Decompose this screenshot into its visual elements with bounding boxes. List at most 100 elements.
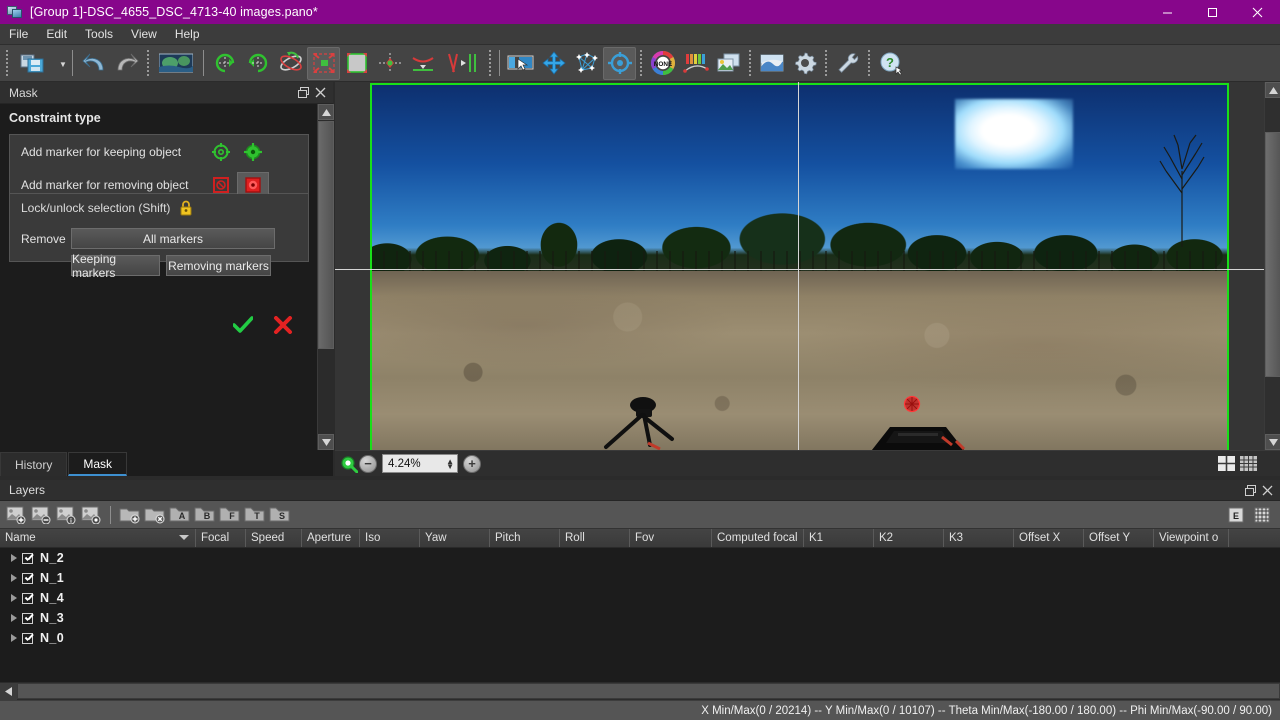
orbit-rotate-icon[interactable] — [274, 47, 307, 80]
row-expander-icon[interactable] — [6, 634, 22, 642]
set-center-icon[interactable] — [603, 46, 636, 80]
remove-image-icon[interactable] — [29, 504, 53, 526]
render-panorama-icon[interactable] — [755, 47, 788, 80]
pan-move-icon[interactable] — [537, 47, 570, 80]
group-s-icon[interactable]: S — [268, 504, 292, 526]
layers-horizontal-scrollbar[interactable] — [0, 682, 1280, 700]
remove-keeping-markers-button[interactable]: Keeping markers — [71, 252, 160, 280]
tools-wrench-icon[interactable] — [831, 47, 864, 80]
control-points-icon[interactable] — [373, 47, 406, 80]
help-question-icon[interactable]: ? — [874, 47, 907, 80]
red-cross-icon[interactable] — [272, 314, 294, 336]
scroll-up-arrow-icon[interactable] — [318, 104, 334, 120]
layers-panel-float-icon[interactable] — [1243, 483, 1257, 497]
save-project-icon[interactable] — [12, 47, 58, 80]
blend-images-icon[interactable] — [712, 47, 745, 80]
link-points-icon[interactable] — [570, 47, 603, 80]
row-visibility-checkbox[interactable] — [22, 572, 33, 584]
menu-help[interactable]: Help — [166, 24, 209, 45]
zoom-in-icon[interactable]: + — [463, 454, 481, 473]
column-header-k1[interactable]: K1 — [804, 529, 874, 547]
menu-view[interactable]: View — [122, 24, 166, 45]
add-group-icon[interactable] — [118, 504, 142, 526]
expand-columns-icon[interactable]: E — [1224, 504, 1248, 526]
column-header-yaw[interactable]: Yaw — [420, 529, 490, 547]
rotate-right-icon[interactable] — [241, 47, 274, 80]
row-expander-icon[interactable] — [6, 594, 22, 602]
menu-tools[interactable]: Tools — [76, 24, 122, 45]
column-header-viewpoint[interactable]: Viewpoint o — [1154, 529, 1229, 547]
view-scroll-down-arrow-icon[interactable] — [1265, 434, 1280, 450]
table-row[interactable]: N_0 — [0, 628, 1280, 648]
image-columns-icon[interactable] — [1250, 504, 1274, 526]
row-visibility-checkbox[interactable] — [22, 552, 33, 564]
single-view-layout-icon[interactable] — [1216, 455, 1236, 472]
tab-history[interactable]: History — [0, 452, 68, 476]
mask-panel-vertical-scrollbar[interactable] — [317, 104, 334, 450]
image-info-icon[interactable]: i — [54, 504, 78, 526]
save-dropdown-caret-icon[interactable]: ▼ — [58, 47, 68, 80]
remove-all-markers-button[interactable]: All markers — [71, 228, 275, 249]
table-row[interactable]: N_4 — [0, 588, 1280, 608]
minimize-button[interactable] — [1145, 0, 1190, 24]
rotate-left-icon[interactable] — [208, 47, 241, 80]
zoom-spinner-icon[interactable]: ▲ ▼ — [446, 457, 454, 470]
horizontal-scrollbar-thumb[interactable] — [17, 683, 1280, 699]
vertical-lines-icon[interactable] — [439, 47, 485, 80]
no-color-correction-icon[interactable]: NONE — [646, 47, 679, 80]
redo-icon[interactable] — [110, 47, 143, 80]
maximize-button[interactable] — [1190, 0, 1235, 24]
row-expander-icon[interactable] — [6, 554, 22, 562]
column-header-pitch[interactable]: Pitch — [490, 529, 560, 547]
fit-image-icon[interactable] — [340, 47, 373, 80]
remove-group-icon[interactable] — [143, 504, 167, 526]
tab-mask[interactable]: Mask — [68, 452, 128, 476]
column-header-speed[interactable]: Speed — [246, 529, 302, 547]
removing-object-marker[interactable] — [903, 395, 921, 413]
padlock-icon[interactable] — [170, 195, 202, 221]
scroll-down-arrow-icon[interactable] — [318, 434, 334, 450]
column-header-offset-x[interactable]: Offset X — [1014, 529, 1084, 547]
table-row[interactable]: N_2 — [0, 548, 1280, 568]
refresh-image-icon[interactable] — [79, 504, 103, 526]
view-scroll-up-arrow-icon[interactable] — [1265, 82, 1280, 98]
column-header-roll[interactable]: Roll — [560, 529, 630, 547]
column-header-k3[interactable]: K3 — [944, 529, 1014, 547]
zoom-reset-icon[interactable] — [339, 454, 359, 474]
keep-marker-outline-icon[interactable] — [205, 139, 237, 165]
column-header-iso[interactable]: Iso — [360, 529, 420, 547]
row-expander-icon[interactable] — [6, 574, 22, 582]
menu-edit[interactable]: Edit — [37, 24, 76, 45]
row-expander-icon[interactable] — [6, 614, 22, 622]
column-header-aperture[interactable]: Aperture — [302, 529, 360, 547]
panorama-viewport[interactable] — [335, 82, 1280, 450]
color-curve-icon[interactable] — [679, 47, 712, 80]
column-header-offset-y[interactable]: Offset Y — [1084, 529, 1154, 547]
panorama-image[interactable] — [370, 83, 1229, 450]
view-scrollbar-thumb[interactable] — [1265, 132, 1280, 377]
row-visibility-checkbox[interactable] — [22, 632, 33, 644]
add-image-icon[interactable] — [4, 504, 28, 526]
column-header-name[interactable]: Name — [0, 529, 196, 547]
horizon-level-icon[interactable] — [406, 47, 439, 80]
mask-panel-close-icon[interactable] — [313, 86, 327, 100]
column-header-computed-focal[interactable]: Computed focal — [712, 529, 804, 547]
viewport-vertical-scrollbar[interactable] — [1264, 82, 1280, 450]
row-visibility-checkbox[interactable] — [22, 592, 33, 604]
crop-selection-icon[interactable] — [307, 46, 340, 80]
group-b-icon[interactable]: B — [193, 504, 217, 526]
layers-panel-close-icon[interactable] — [1260, 483, 1274, 497]
mask-panel-float-icon[interactable] — [296, 86, 310, 100]
settings-gear-icon[interactable] — [788, 47, 821, 80]
scrollbar-thumb[interactable] — [318, 121, 334, 349]
group-f-icon[interactable]: F — [218, 504, 242, 526]
select-region-icon[interactable] — [504, 47, 537, 80]
table-row[interactable]: N_3 — [0, 608, 1280, 628]
menu-file[interactable]: File — [0, 24, 37, 45]
row-visibility-checkbox[interactable] — [22, 612, 33, 624]
panorama-preview-icon[interactable] — [153, 47, 199, 80]
zoom-input[interactable]: 4.24% ▲ ▼ — [382, 454, 458, 473]
close-button[interactable] — [1235, 0, 1280, 24]
keep-marker-filled-icon[interactable] — [237, 139, 269, 165]
column-header-fov[interactable]: Fov — [630, 529, 712, 547]
